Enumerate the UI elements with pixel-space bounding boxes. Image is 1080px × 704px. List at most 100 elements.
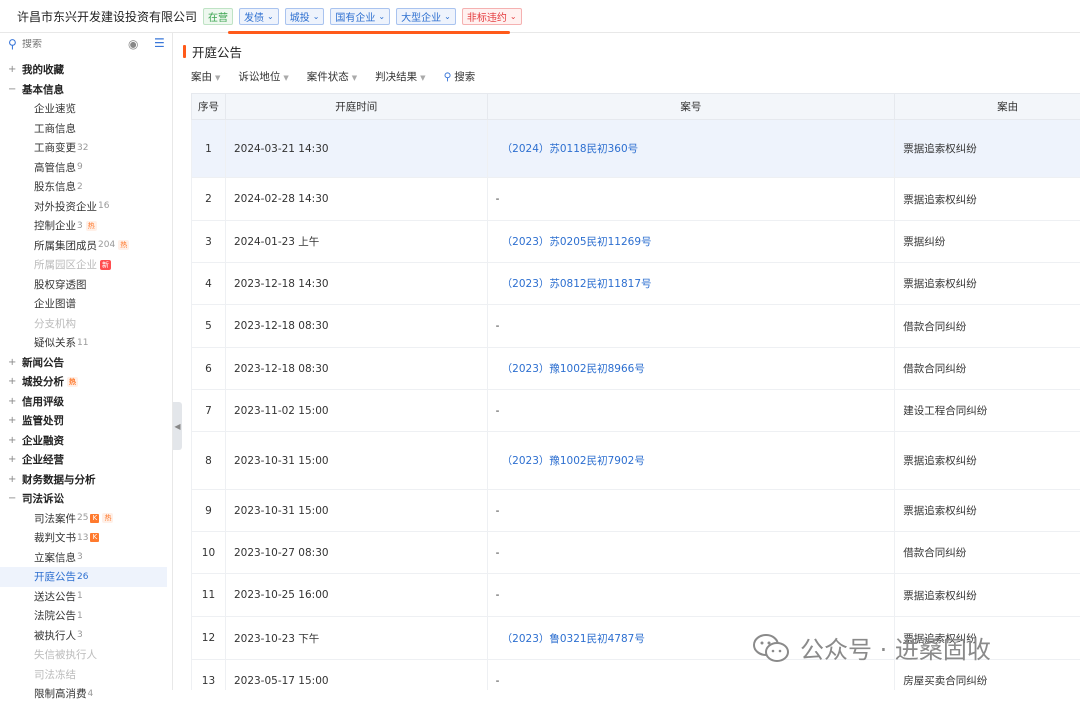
- sidebar-item[interactable]: 疑似关系11: [0, 333, 173, 353]
- tag-urban-investment[interactable]: 城投⌄: [285, 8, 325, 25]
- sidebar-item[interactable]: 所属集团成员204热: [0, 236, 173, 256]
- case-number[interactable]: （2024）苏0118民初360号: [496, 143, 638, 155]
- sidebar-item[interactable]: 法院公告1: [0, 606, 173, 626]
- table-cell: 3: [192, 221, 226, 263]
- search-button-label: 搜索: [454, 71, 475, 83]
- sidebar-item[interactable]: 控制企业3热: [0, 216, 173, 236]
- sidebar-group[interactable]: +我的收藏: [0, 60, 173, 80]
- status-badge: 在营: [203, 8, 233, 25]
- table-cell: 票据追索权纠纷: [895, 490, 1080, 532]
- sidebar-item-label: 对外投资企业: [34, 199, 97, 214]
- sidebar-item[interactable]: 企业图谱: [0, 294, 173, 314]
- sidebar-item-label: 企业经营: [22, 452, 64, 467]
- tag-large-enterprise[interactable]: 大型企业⌄: [396, 8, 456, 25]
- sidebar-item[interactable]: 分支机构: [0, 314, 173, 334]
- sidebar-item-label: 送达公告: [34, 589, 76, 604]
- case-number[interactable]: （2023）苏0205民初11269号: [496, 236, 652, 248]
- sidebar-item[interactable]: 高管信息9: [0, 158, 173, 178]
- tag-state-owned[interactable]: 国有企业⌄: [330, 8, 390, 25]
- search-input[interactable]: [22, 39, 122, 50]
- table-cell: （2023）苏0205民初11269号: [487, 221, 895, 263]
- sidebar-item[interactable]: 立案信息3: [0, 548, 173, 568]
- row-number: 2: [205, 193, 212, 205]
- search-button[interactable]: ⚲搜索: [444, 69, 476, 84]
- filter-cause[interactable]: 案由▼: [191, 69, 220, 84]
- sidebar-item-label: 股权穿透图: [34, 277, 87, 292]
- sidebar-group[interactable]: +监管处罚: [0, 411, 173, 431]
- sidebar-group[interactable]: +企业经营: [0, 450, 173, 470]
- hearing-time: 2023-11-02 15:00: [234, 405, 329, 417]
- sidebar-item[interactable]: 对外投资企业16: [0, 197, 173, 217]
- filter-judgment-result[interactable]: 判决结果▼: [375, 69, 425, 84]
- table-row[interactable]: 62023-12-18 08:30（2023）豫1002民初8966号借款合同纠…: [192, 348, 1080, 390]
- table-row[interactable]: 42023-12-18 14:30（2023）苏0812民初11817号票据追索…: [192, 263, 1080, 305]
- sidebar-item-label: 控制企业: [34, 218, 76, 233]
- table-row[interactable]: 112023-10-25 16:00-票据追索权纠纷: [192, 574, 1080, 617]
- column-header-time[interactable]: 开庭时间: [225, 94, 487, 120]
- nav-tree: +我的收藏−基本信息企业速览工商信息工商变更32高管信息9股东信息2对外投资企业…: [0, 60, 173, 704]
- tag-bond[interactable]: 发债⌄: [239, 8, 279, 25]
- case-number[interactable]: （2023）豫1002民初8966号: [496, 363, 645, 375]
- table-cell: 4: [192, 263, 226, 305]
- sidebar-item[interactable]: 所属园区企业新: [0, 255, 173, 275]
- sidebar-group[interactable]: +企业融资: [0, 431, 173, 451]
- sidebar-group[interactable]: −司法诉讼: [0, 489, 173, 509]
- column-header-case[interactable]: 案号: [487, 94, 895, 120]
- case-reason: 借款合同纠纷: [903, 547, 966, 559]
- sidebar-item[interactable]: 企业速览: [0, 99, 173, 119]
- case-number[interactable]: （2023）鲁0321民初4787号: [496, 633, 645, 645]
- row-number: 8: [205, 455, 212, 467]
- sidebar-group[interactable]: −基本信息: [0, 80, 173, 100]
- collapse-icon: −: [8, 493, 22, 504]
- sidebar-item[interactable]: 送达公告1: [0, 587, 173, 607]
- filter-case-status[interactable]: 案件状态▼: [307, 69, 357, 84]
- table-row[interactable]: 12024-03-21 14:30（2024）苏0118民初360号票据追索权纠…: [192, 120, 1080, 178]
- sidebar-item[interactable]: 限制高消费4: [0, 684, 173, 704]
- case-number: -: [496, 193, 500, 205]
- column-header-reason[interactable]: 案由: [895, 94, 1080, 120]
- sidebar-item[interactable]: 股东信息2: [0, 177, 173, 197]
- table-row[interactable]: 92023-10-31 15:00-票据追索权纠纷: [192, 490, 1080, 532]
- collapse-sidebar-handle[interactable]: ◀: [173, 402, 182, 450]
- table-cell: -: [487, 305, 895, 348]
- case-number[interactable]: （2023）豫1002民初7902号: [496, 455, 645, 467]
- case-number[interactable]: （2023）苏0812民初11817号: [496, 278, 652, 290]
- item-count: 9: [77, 162, 83, 172]
- sidebar-item[interactable]: 失信被执行人: [0, 645, 173, 665]
- table-row[interactable]: 52023-12-18 08:30-借款合同纠纷: [192, 305, 1080, 348]
- filter-litigation-role[interactable]: 诉讼地位▼: [238, 69, 288, 84]
- sidebar-item-label: 所属集团成员: [34, 238, 97, 253]
- sidebar-group[interactable]: +新闻公告: [0, 353, 173, 373]
- table-row[interactable]: 102023-10-27 08:30-借款合同纠纷: [192, 532, 1080, 574]
- case-reason: 建设工程合同纠纷: [903, 405, 987, 417]
- row-number: 11: [202, 589, 215, 601]
- table-cell: （2023）豫1002民初7902号: [487, 432, 895, 490]
- sidebar-group[interactable]: +信用评级: [0, 392, 173, 412]
- caret-down-icon: ▼: [215, 74, 220, 82]
- table-row[interactable]: 82023-10-31 15:00（2023）豫1002民初7902号票据追索权…: [192, 432, 1080, 490]
- sidebar-item[interactable]: 司法冻结: [0, 665, 173, 685]
- sidebar-item[interactable]: 裁判文书13K: [0, 528, 173, 548]
- hot-badge: 热: [67, 377, 78, 387]
- hearing-time: 2024-03-21 14:30: [234, 143, 329, 155]
- sidebar-item[interactable]: 工商变更32: [0, 138, 173, 158]
- sidebar-item[interactable]: 司法案件25K热: [0, 509, 173, 529]
- table-cell: 10: [192, 532, 226, 574]
- table-row[interactable]: 72023-11-02 15:00-建设工程合同纠纷: [192, 390, 1080, 432]
- sidebar-item-label: 司法案件: [34, 511, 76, 526]
- sidebar-group[interactable]: +财务数据与分析: [0, 470, 173, 490]
- sidebar-item[interactable]: 股权穿透图: [0, 275, 173, 295]
- table-cell: （2023）苏0812民初11817号: [487, 263, 895, 305]
- column-header-no[interactable]: 序号: [192, 94, 226, 120]
- sidebar-item[interactable]: 开庭公告26: [0, 567, 167, 587]
- eye-icon[interactable]: ◉: [128, 37, 138, 51]
- list-toggle-icon[interactable]: ☰: [154, 36, 165, 50]
- table-row[interactable]: 32024-01-23 上午（2023）苏0205民初11269号票据纠纷: [192, 221, 1080, 263]
- sidebar-group[interactable]: +城投分析热: [0, 372, 173, 392]
- sidebar-item[interactable]: 工商信息: [0, 119, 173, 139]
- sidebar-item-label: 企业图谱: [34, 296, 76, 311]
- hearing-table: 序号 开庭时间 案号 案由 12024-03-21 14:30（2024）苏01…: [191, 93, 1080, 690]
- tag-nonstandard-default[interactable]: 非标违约⌄: [462, 8, 522, 25]
- table-row[interactable]: 22024-02-28 14:30-票据追索权纠纷: [192, 178, 1080, 221]
- sidebar-item[interactable]: 被执行人3: [0, 626, 173, 646]
